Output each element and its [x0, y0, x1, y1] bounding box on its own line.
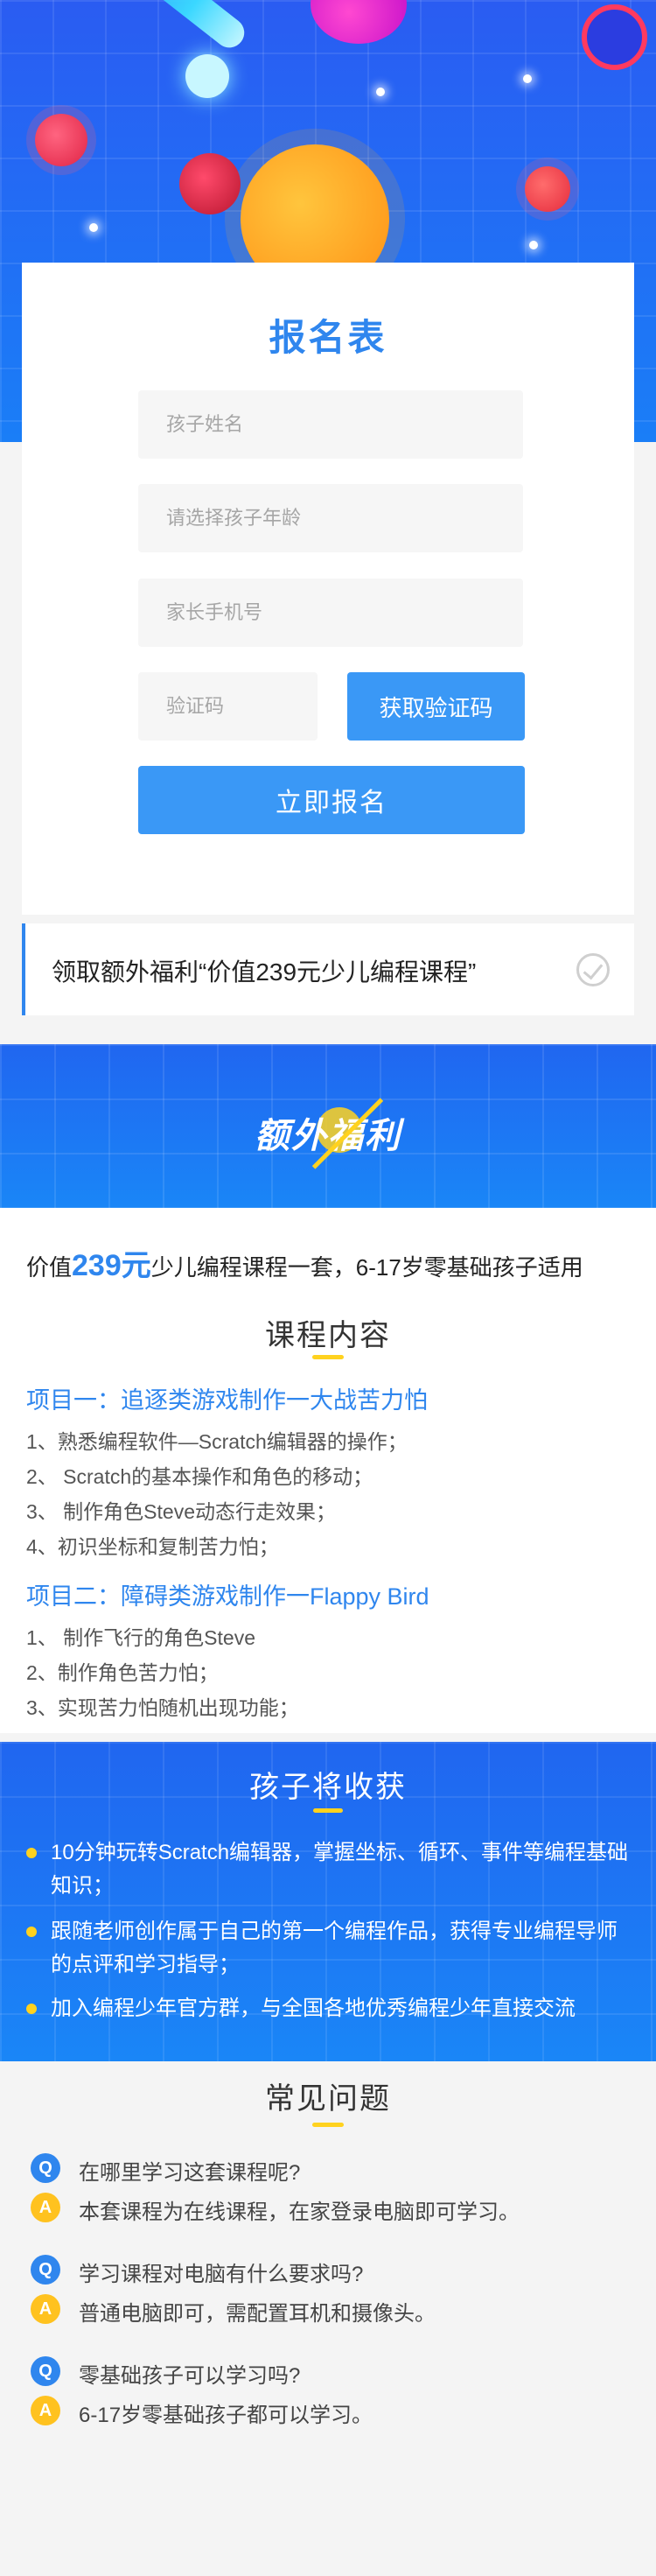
planet-illustration — [582, 4, 647, 70]
course-intro: 价值239元少儿编程课程一套，6-17岁零基础孩子适用 — [26, 1241, 583, 1284]
planet-illustration — [311, 0, 407, 44]
faq-answer-text: 6-17岁零基础孩子都可以学习。 — [79, 2404, 373, 2427]
intro-suffix: 少儿编程课程一套，6-17岁零基础孩子适用 — [150, 1254, 583, 1281]
question-icon: Q — [31, 2356, 60, 2386]
gain-item-text: 加入编程少年官方群，与全国各地优秀编程少年直接交流 — [51, 1997, 576, 2020]
title-underline — [312, 1355, 344, 1359]
bonus-claim-bar[interactable]: 领取额外福利“价值239元少儿编程课程” — [22, 923, 634, 1015]
intro-prefix: 价值 — [26, 1254, 73, 1281]
project-two-item: 2、制作角色苦力怕； — [26, 1661, 219, 1684]
question-icon: Q — [31, 2255, 60, 2285]
meteor-head-illustration — [185, 54, 229, 98]
submit-button[interactable]: 立即报名 — [138, 766, 525, 834]
planet-illustration — [179, 153, 241, 214]
gain-item: 加入编程少年官方群，与全国各地优秀编程少年直接交流 — [26, 1992, 632, 2025]
star-decoration — [523, 74, 532, 83]
page: 报名表 获取验证码 立即报名 领取额外福利“价值239元少儿编程课程” 额外福利… — [0, 0, 656, 2576]
planet-illustration — [525, 166, 570, 212]
faq-question-text: 在哪里学习这套课程呢? — [79, 2161, 301, 2185]
faq-answer-text: 普通电脑即可，需配置耳机和摄像头。 — [79, 2302, 436, 2326]
gain-item: 跟随老师创作属于自己的第一个编程作品，获得专业编程导师的点评和学习指导； — [26, 1915, 632, 1982]
verification-code-input[interactable] — [138, 672, 318, 741]
child-name-input[interactable] — [138, 390, 523, 459]
project-one-title: 项目一：追逐类游戏制作一大战苦力怕 — [26, 1387, 428, 1414]
title-underline — [313, 1808, 343, 1813]
project-one-item: 1、熟悉编程软件—Scratch编辑器的操作； — [26, 1430, 408, 1453]
planet-illustration — [35, 114, 87, 166]
bullet-icon — [26, 1848, 37, 1858]
gains-section: 孩子将收获 10分钟玩转Scratch编辑器，掌握坐标、循环、事件等编程基础知识… — [0, 1742, 656, 2061]
signup-form-card: 报名表 获取验证码 立即报名 — [22, 263, 634, 915]
project-one-item: 3、 制作角色Steve动态行走效果； — [26, 1500, 336, 1523]
bullet-icon — [26, 1927, 37, 1937]
check-icon[interactable] — [576, 953, 610, 986]
project-one-item: 2、 Scratch的基本操作和角色的移动； — [26, 1465, 373, 1488]
faq-question-text: 零基础孩子可以学习吗? — [79, 2364, 301, 2388]
course-section: 价值239元少儿编程课程一套，6-17岁零基础孩子适用 课程内容 项目一：追逐类… — [0, 1208, 656, 1733]
get-code-button[interactable]: 获取验证码 — [347, 672, 525, 741]
project-two-title: 项目二：障碍类游戏制作一Flappy Bird — [26, 1583, 429, 1610]
project-two-item: 1、 制作飞行的角色Steve — [26, 1626, 255, 1649]
answer-icon: A — [31, 2193, 60, 2222]
bonus-banner: 额外福利 — [0, 1044, 656, 1208]
title-underline — [312, 2123, 344, 2127]
star-decoration — [89, 223, 98, 232]
bullet-icon — [26, 2004, 37, 2014]
gain-item-text: 10分钟玩转Scratch编辑器，掌握坐标、循环、事件等编程基础知识； — [51, 1841, 629, 1898]
course-content-title: 课程内容 — [265, 1319, 391, 1352]
faq-answer-text: 本套课程为在线课程，在家登录电脑即可学习。 — [79, 2200, 520, 2224]
star-decoration — [376, 88, 385, 96]
form-title: 报名表 — [269, 317, 387, 358]
answer-icon: A — [31, 2294, 60, 2324]
project-two-item: 3、实现苦力怕随机出现功能； — [26, 1696, 299, 1719]
star-decoration — [529, 241, 538, 249]
question-icon: Q — [31, 2153, 60, 2183]
project-one-item: 4、初识坐标和复制苦力怕； — [26, 1535, 279, 1558]
intro-price: 239元 — [72, 1249, 151, 1282]
faq-question-text: 学习课程对电脑有什么要求吗? — [79, 2263, 364, 2286]
gains-title: 孩子将收获 — [249, 1771, 407, 1804]
child-age-select[interactable] — [138, 484, 523, 552]
faq-title: 常见问题 — [265, 2082, 391, 2116]
parent-phone-input[interactable] — [138, 579, 523, 647]
gain-item-text: 跟随老师创作属于自己的第一个编程作品，获得专业编程导师的点评和学习指导； — [51, 1920, 618, 1976]
answer-icon: A — [31, 2396, 60, 2425]
meteor-illustration — [73, 0, 251, 54]
gain-item: 10分钟玩转Scratch编辑器，掌握坐标、循环、事件等编程基础知识； — [26, 1836, 632, 1903]
bonus-claim-text: 领取额外福利“价值239元少儿编程课程” — [52, 958, 477, 986]
